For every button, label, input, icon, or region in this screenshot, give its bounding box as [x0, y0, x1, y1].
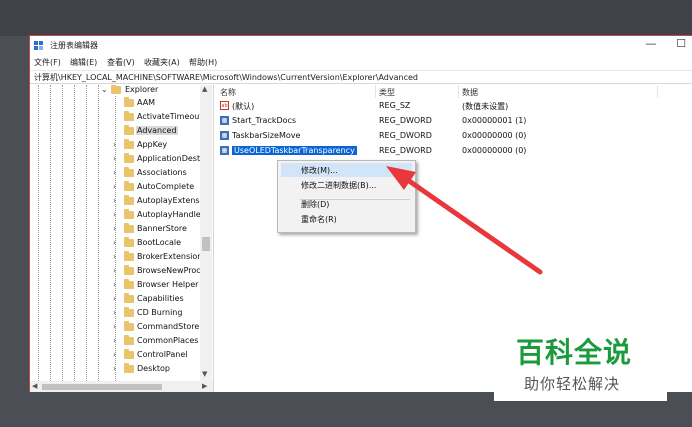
watermark-subtitle: 助你轻松解决: [524, 375, 621, 393]
watermark-badge: 百科全说 助你轻松解决: [494, 325, 667, 401]
watermark-title: 百科全说: [516, 336, 633, 369]
